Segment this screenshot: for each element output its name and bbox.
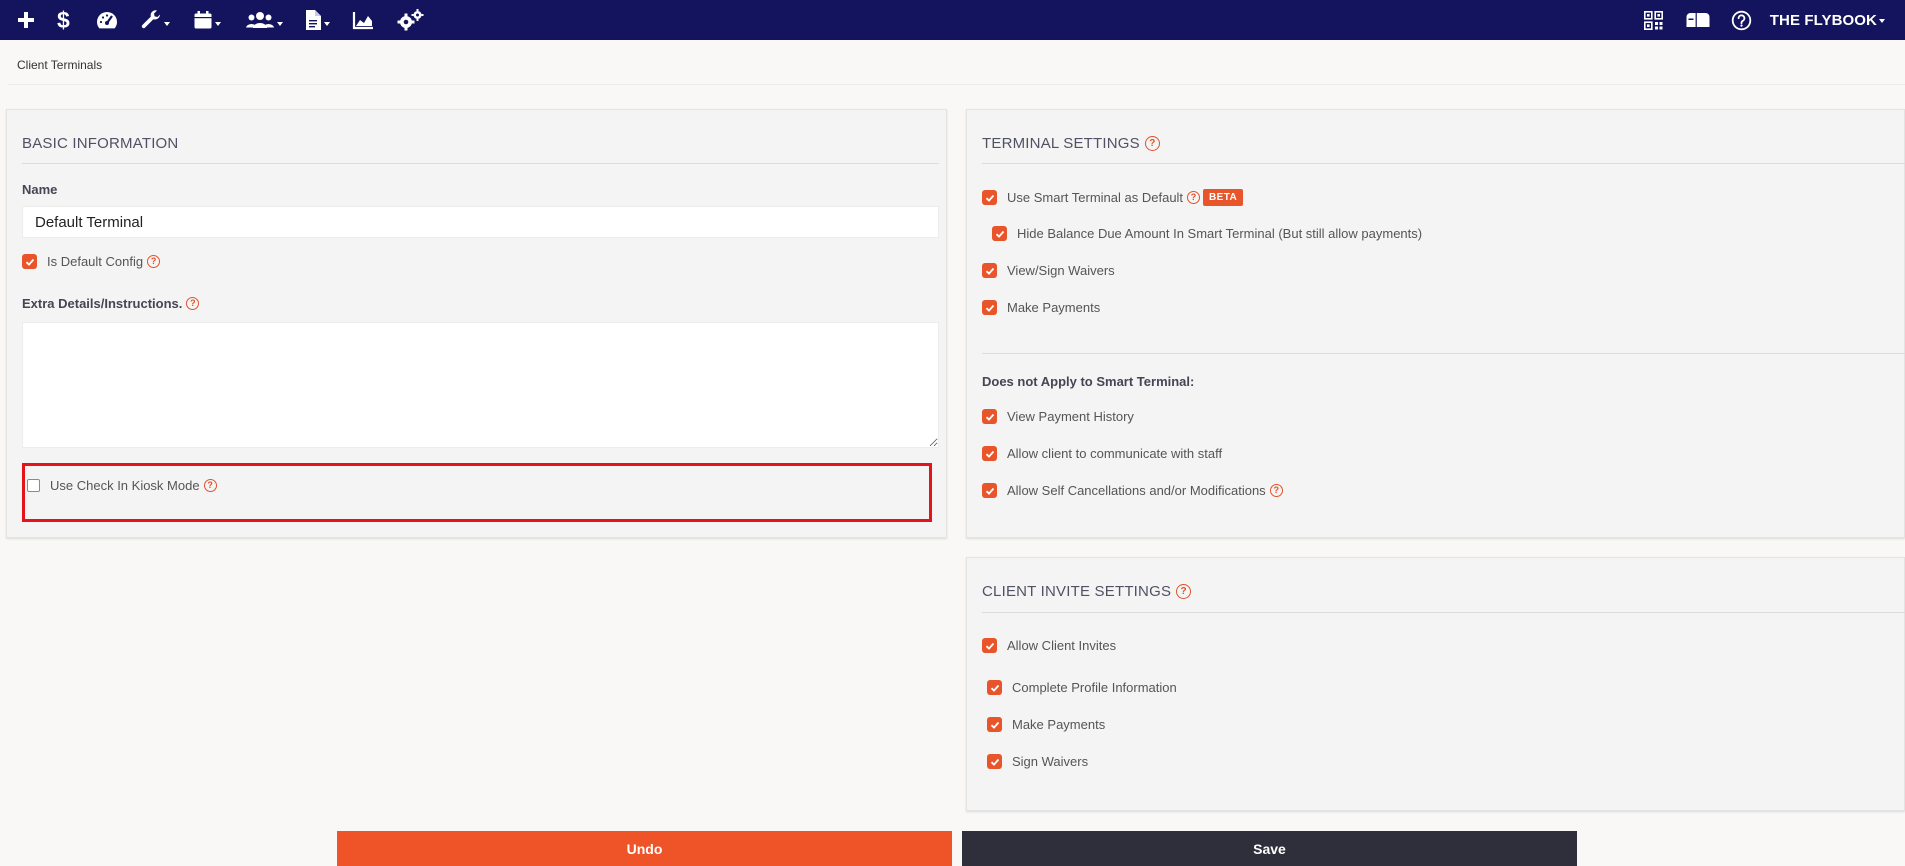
smart-terminal-default-checkbox[interactable] — [982, 190, 997, 205]
mailbox-icon[interactable] — [1686, 4, 1710, 36]
help-icon[interactable]: ? — [1176, 584, 1192, 599]
not-apply-label: Does not Apply to Smart Terminal: — [982, 374, 1195, 389]
calendar-icon[interactable] — [193, 4, 221, 36]
name-input[interactable] — [22, 206, 939, 238]
chevron-down-icon — [164, 22, 170, 26]
name-label: Name — [22, 182, 58, 197]
wrench-icon[interactable] — [140, 4, 170, 36]
is-default-config-label: Is Default Config — [47, 254, 144, 269]
account-menu[interactable]: THE FLYBOOK — [1770, 0, 1885, 40]
sign-waivers-row: Sign Waivers — [987, 754, 1088, 769]
self-cancellations-row: Allow Self Cancellations and/or Modifica… — [982, 483, 1283, 498]
document-icon[interactable] — [304, 4, 330, 36]
dollar-icon[interactable]: $ — [57, 4, 70, 36]
help-icon[interactable] — [1731, 4, 1752, 36]
invite-make-payments-checkbox[interactable] — [987, 717, 1002, 732]
panel-title-text: BASIC INFORMATION — [22, 135, 179, 152]
brand-name: THE FLYBOOK — [1769, 11, 1877, 29]
communicate-staff-label: Allow client to communicate with staff — [1007, 446, 1223, 461]
help-icon[interactable]: ? — [1269, 484, 1283, 497]
view-payment-history-row: View Payment History — [982, 409, 1134, 424]
self-cancellations-checkbox[interactable] — [982, 483, 997, 498]
chevron-down-icon — [324, 22, 330, 26]
smart-terminal-default-label: Use Smart Terminal as Default — [1007, 190, 1184, 205]
panel-divider — [982, 163, 1905, 164]
chevron-down-icon — [277, 22, 283, 26]
highlight-box — [22, 463, 932, 522]
chevron-down-icon — [1879, 19, 1885, 23]
self-cancellations-label: Allow Self Cancellations and/or Modifica… — [1007, 483, 1266, 498]
extra-details-textarea[interactable] — [22, 322, 939, 448]
client-invite-settings-panel: CLIENT INVITE SETTINGS ? Allow Client In… — [966, 557, 1905, 811]
view-sign-waivers-row: View/Sign Waivers — [982, 263, 1115, 278]
extra-details-label-text: Extra Details/Instructions. — [22, 296, 183, 311]
breadcrumb: Client Terminals — [17, 58, 103, 72]
hide-balance-checkbox[interactable] — [992, 226, 1007, 241]
chevron-down-icon — [215, 22, 221, 26]
chart-icon[interactable] — [352, 4, 374, 36]
allow-client-invites-checkbox[interactable] — [982, 638, 997, 653]
complete-profile-label: Complete Profile Information — [1012, 680, 1177, 695]
make-payments-row: Make Payments — [982, 300, 1100, 315]
communicate-staff-row: Allow client to communicate with staff — [982, 446, 1222, 461]
sign-waivers-checkbox[interactable] — [987, 754, 1002, 769]
panel-title-text: CLIENT INVITE SETTINGS — [982, 583, 1172, 600]
is-default-config-row: Is Default Config ? — [22, 254, 161, 269]
sign-waivers-label: Sign Waivers — [1012, 754, 1089, 769]
qr-code-icon[interactable] — [1644, 4, 1663, 36]
help-icon[interactable]: ? — [1144, 136, 1160, 151]
section-divider — [982, 353, 1905, 354]
make-payments-label: Make Payments — [1007, 300, 1101, 315]
allow-client-invites-label: Allow Client Invites — [1007, 638, 1117, 653]
panel-title-text: TERMINAL SETTINGS — [982, 135, 1140, 152]
communicate-staff-checkbox[interactable] — [982, 446, 997, 461]
dashboard-icon[interactable] — [95, 4, 119, 36]
panel-title: TERMINAL SETTINGS ? — [982, 135, 1160, 152]
invite-make-payments-row: Make Payments — [987, 717, 1105, 732]
help-icon[interactable]: ? — [147, 255, 161, 268]
view-payment-history-label: View Payment History — [1007, 409, 1134, 424]
undo-button[interactable]: Undo — [337, 831, 952, 866]
complete-profile-row: Complete Profile Information — [987, 680, 1177, 695]
panel-title: BASIC INFORMATION — [22, 135, 178, 152]
hide-balance-row: Hide Balance Due Amount In Smart Termina… — [992, 226, 1422, 241]
smart-terminal-default-row: Use Smart Terminal as Default ? BETA — [982, 189, 1244, 206]
top-nav: $ THE FLYBOOK — [0, 0, 1905, 40]
make-payments-checkbox[interactable] — [982, 300, 997, 315]
breadcrumb-divider — [8, 84, 1905, 85]
panel-divider — [22, 163, 939, 164]
plus-icon[interactable] — [16, 4, 36, 36]
help-icon[interactable]: ? — [186, 297, 200, 310]
hide-balance-label: Hide Balance Due Amount In Smart Termina… — [1017, 226, 1423, 241]
panel-divider — [982, 612, 1905, 613]
help-icon[interactable]: ? — [1187, 191, 1201, 204]
beta-badge: BETA — [1203, 189, 1244, 206]
save-button[interactable]: Save — [962, 831, 1577, 866]
extra-details-label: Extra Details/Instructions. ? — [22, 296, 200, 311]
panel-title: CLIENT INVITE SETTINGS ? — [982, 583, 1192, 600]
view-sign-waivers-checkbox[interactable] — [982, 263, 997, 278]
is-default-config-checkbox[interactable] — [22, 254, 37, 269]
terminal-settings-panel: TERMINAL SETTINGS ? Use Smart Terminal a… — [966, 109, 1905, 538]
invite-make-payments-label: Make Payments — [1012, 717, 1106, 732]
view-payment-history-checkbox[interactable] — [982, 409, 997, 424]
users-icon[interactable] — [245, 4, 283, 36]
gears-icon[interactable] — [396, 4, 424, 36]
allow-client-invites-row: Allow Client Invites — [982, 638, 1116, 653]
view-sign-waivers-label: View/Sign Waivers — [1007, 263, 1115, 278]
complete-profile-checkbox[interactable] — [987, 680, 1002, 695]
